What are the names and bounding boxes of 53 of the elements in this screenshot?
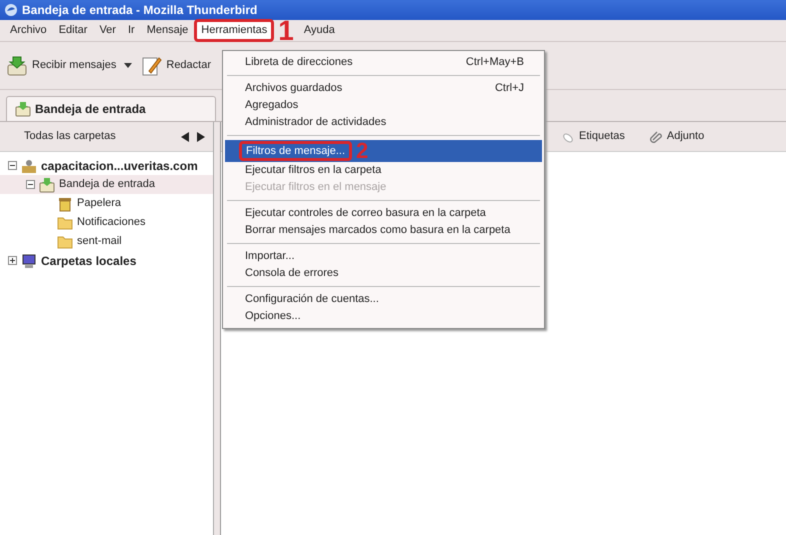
filter-button[interactable]: Etiquetas bbox=[557, 126, 629, 147]
menu-item[interactable]: Filtros de mensaje... bbox=[239, 141, 352, 161]
menu-item[interactable]: Ejecutar filtros en la carpeta bbox=[225, 162, 542, 179]
shortcut-label: Ctrl+J bbox=[494, 81, 524, 96]
toolbar-button[interactable]: Redactar bbox=[136, 52, 216, 78]
inbox-icon bbox=[39, 176, 55, 192]
menu-item[interactable]: Configuración de cuentas... bbox=[225, 291, 542, 308]
folder-icon bbox=[57, 234, 73, 250]
menu-item[interactable]: Mensaje bbox=[140, 21, 194, 40]
folder-icon bbox=[57, 214, 73, 230]
pencil-note-icon bbox=[140, 54, 162, 76]
menu-item[interactable]: Libreta de direcciones Ctrl+May+B bbox=[225, 54, 542, 71]
window-title: Bandeja de entrada - Mozilla Thunderbird bbox=[22, 2, 258, 19]
menu-item[interactable]: Herramientas bbox=[194, 19, 274, 42]
step-number: 2 bbox=[356, 140, 368, 162]
menu-item[interactable]: Ejecutar controles de correo basura en la carpeta bbox=[225, 205, 542, 222]
menu-item[interactable]: Archivos guardados Ctrl+J bbox=[225, 80, 542, 97]
prev-arrow-icon[interactable] bbox=[181, 132, 189, 142]
collapse-icon[interactable] bbox=[26, 180, 35, 189]
folder-row[interactable]: Carpetas locales bbox=[0, 251, 213, 270]
menu-item[interactable]: Ayuda bbox=[298, 21, 341, 40]
step-number: 1 bbox=[278, 20, 294, 41]
menu-item[interactable]: Consola de errores bbox=[225, 265, 542, 282]
filter-button[interactable]: Adjunto bbox=[644, 126, 708, 147]
inbox-icon bbox=[15, 101, 31, 117]
menu-item[interactable]: Ver bbox=[93, 21, 122, 40]
menu-item[interactable]: Borrar mensajes marcados como basura en la carpeta bbox=[225, 222, 542, 239]
trash-icon bbox=[57, 196, 73, 212]
computer-icon bbox=[21, 252, 37, 268]
pane-header: Todas las carpetas bbox=[24, 129, 116, 144]
folder-row[interactable]: capacitacion...uveritas.com bbox=[0, 156, 213, 175]
menu-item[interactable]: Administrador de actividades bbox=[225, 114, 542, 131]
menu-item[interactable]: Ir bbox=[122, 21, 141, 40]
folder-row[interactable]: Papelera bbox=[0, 194, 213, 213]
menu-item[interactable]: Editar bbox=[52, 21, 94, 40]
tab[interactable]: Bandeja de entrada bbox=[6, 96, 216, 121]
inbox-download-icon bbox=[6, 54, 28, 76]
collapse-icon[interactable] bbox=[8, 161, 17, 170]
folder-row[interactable]: Notificaciones bbox=[0, 213, 213, 232]
next-arrow-icon[interactable] bbox=[197, 132, 205, 142]
paperclip-icon bbox=[648, 130, 663, 144]
menu-item[interactable]: Archivo bbox=[4, 21, 53, 40]
menu-item[interactable]: Importar... bbox=[225, 248, 542, 265]
folder-row[interactable]: Bandeja de entrada bbox=[0, 175, 213, 194]
bird-logo-icon bbox=[4, 3, 18, 17]
folder-row[interactable]: sent-mail bbox=[0, 232, 213, 251]
expand-icon[interactable] bbox=[8, 256, 17, 265]
account-icon bbox=[21, 158, 37, 174]
toolbar-button[interactable]: Recibir mensajes bbox=[2, 52, 120, 78]
dropdown-arrow-icon[interactable] bbox=[124, 63, 132, 68]
shortcut-label: Ctrl+May+B bbox=[466, 55, 524, 70]
menu-item[interactable]: Agregados bbox=[225, 97, 542, 114]
menu-item[interactable]: Opciones... bbox=[225, 308, 542, 325]
